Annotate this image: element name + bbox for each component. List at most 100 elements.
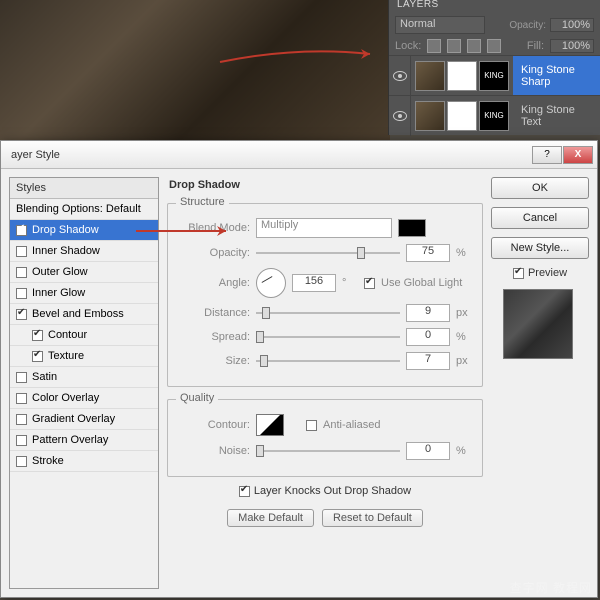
fill-value[interactable]: 100% xyxy=(550,39,594,53)
inner-glow-row[interactable]: Inner Glow xyxy=(10,283,158,304)
preview-swatch xyxy=(503,289,573,359)
new-style-button[interactable]: New Style... xyxy=(491,237,589,259)
opacity-label: Opacity: xyxy=(178,247,250,259)
blend-mode-select[interactable]: Multiply xyxy=(256,218,392,238)
dialog-title: ayer Style xyxy=(5,149,532,161)
angle-dial[interactable] xyxy=(256,268,286,298)
layer-mask-thumb[interactable] xyxy=(447,101,477,131)
distance-slider[interactable] xyxy=(256,306,400,320)
visibility-toggle[interactable] xyxy=(389,56,411,96)
dialog-titlebar[interactable]: ayer Style ? X xyxy=(1,141,597,169)
blend-mode-label: Blend Mode: xyxy=(178,222,250,234)
distance-label: Distance: xyxy=(178,307,250,319)
layer-row[interactable]: KING King Stone Sharp xyxy=(389,55,600,95)
section-title: Drop Shadow xyxy=(167,177,483,191)
layers-panel-title: LAYERS xyxy=(389,0,600,13)
checkbox-icon[interactable] xyxy=(16,288,27,299)
blending-options-row[interactable]: Blending Options: Default xyxy=(10,199,158,220)
contour-label: Contour: xyxy=(178,419,250,431)
spread-slider[interactable] xyxy=(256,330,400,344)
color-overlay-row[interactable]: Color Overlay xyxy=(10,388,158,409)
lock-paint-icon[interactable] xyxy=(447,39,461,53)
ok-button[interactable]: OK xyxy=(491,177,589,199)
checkbox-icon[interactable] xyxy=(16,393,27,404)
styles-list: Styles Blending Options: Default Drop Sh… xyxy=(9,177,159,589)
noise-slider[interactable] xyxy=(256,444,400,458)
antialiased-label: Anti-aliased xyxy=(323,419,380,431)
checkbox-icon[interactable] xyxy=(16,372,27,383)
gradient-overlay-row[interactable]: Gradient Overlay xyxy=(10,409,158,430)
layers-panel: LAYERS Normal Opacity: 100% Lock: Fill: … xyxy=(388,0,600,135)
layer-row[interactable]: KING King Stone Text xyxy=(389,95,600,135)
bevel-row[interactable]: Bevel and Emboss xyxy=(10,304,158,325)
stroke-row[interactable]: Stroke xyxy=(10,451,158,472)
blend-mode-select[interactable]: Normal xyxy=(395,16,485,34)
quality-group: Quality Contour: Anti-aliased Noise: 0 % xyxy=(167,399,483,477)
layer-name[interactable]: King Stone Text xyxy=(513,96,600,135)
close-button[interactable]: X xyxy=(563,146,593,164)
structure-group: Structure Blend Mode: Multiply Opacity: … xyxy=(167,203,483,387)
checkbox-icon[interactable] xyxy=(16,456,27,467)
spread-label: Spread: xyxy=(178,331,250,343)
layer-thumb[interactable] xyxy=(415,101,445,131)
eye-icon xyxy=(393,71,407,81)
angle-input[interactable]: 156 xyxy=(292,274,336,292)
make-default-button[interactable]: Make Default xyxy=(227,509,314,527)
satin-row[interactable]: Satin xyxy=(10,367,158,388)
lock-all-icon[interactable] xyxy=(487,39,501,53)
styles-header[interactable]: Styles xyxy=(10,178,158,199)
layer-thumb[interactable] xyxy=(415,61,445,91)
layer-fx-thumb[interactable]: KING xyxy=(479,101,509,131)
preview-label: Preview xyxy=(528,267,567,279)
reset-default-button[interactable]: Reset to Default xyxy=(322,509,423,527)
lock-transparent-icon[interactable] xyxy=(427,39,441,53)
angle-label: Angle: xyxy=(178,277,250,289)
checkbox-icon[interactable] xyxy=(16,246,27,257)
layer-fx-thumb[interactable]: KING xyxy=(479,61,509,91)
checkbox-icon[interactable] xyxy=(16,309,27,320)
inner-shadow-row[interactable]: Inner Shadow xyxy=(10,241,158,262)
fill-label: Fill: xyxy=(527,40,544,52)
checkbox-icon[interactable] xyxy=(16,435,27,446)
visibility-toggle[interactable] xyxy=(389,96,411,136)
rock-background xyxy=(0,0,390,140)
drop-shadow-row[interactable]: Drop Shadow xyxy=(10,220,158,241)
help-button[interactable]: ? xyxy=(532,146,562,164)
contour-picker[interactable] xyxy=(256,414,284,436)
pattern-overlay-row[interactable]: Pattern Overlay xyxy=(10,430,158,451)
shadow-color-swatch[interactable] xyxy=(398,219,426,237)
lock-label: Lock: xyxy=(395,40,421,52)
opacity-input[interactable]: 75 xyxy=(406,244,450,262)
opacity-value[interactable]: 100% xyxy=(550,18,594,32)
outer-glow-row[interactable]: Outer Glow xyxy=(10,262,158,283)
checkbox-icon[interactable] xyxy=(16,414,27,425)
checkbox-icon[interactable] xyxy=(16,267,27,278)
layer-style-dialog: ayer Style ? X Styles Blending Options: … xyxy=(0,140,598,598)
preview-checkbox[interactable] xyxy=(513,268,524,279)
checkbox-icon[interactable] xyxy=(32,330,43,341)
antialiased-checkbox[interactable] xyxy=(306,420,317,431)
checkbox-icon[interactable] xyxy=(16,225,27,236)
quality-label: Quality xyxy=(176,392,218,404)
cancel-button[interactable]: Cancel xyxy=(491,207,589,229)
checkbox-icon[interactable] xyxy=(32,351,43,362)
eye-icon xyxy=(393,111,407,121)
size-slider[interactable] xyxy=(256,354,400,368)
watermark: 查字网 教程网 xyxy=(510,579,592,596)
noise-input[interactable]: 0 xyxy=(406,442,450,460)
layer-name[interactable]: King Stone Sharp xyxy=(513,56,600,95)
lock-position-icon[interactable] xyxy=(467,39,481,53)
spread-input[interactable]: 0 xyxy=(406,328,450,346)
global-light-checkbox[interactable] xyxy=(364,278,375,289)
distance-input[interactable]: 9 xyxy=(406,304,450,322)
knockout-checkbox[interactable] xyxy=(239,486,250,497)
dialog-actions: OK Cancel New Style... Preview xyxy=(491,177,589,589)
layer-mask-thumb[interactable] xyxy=(447,61,477,91)
opacity-slider[interactable] xyxy=(256,246,400,260)
noise-label: Noise: xyxy=(178,445,250,457)
size-input[interactable]: 7 xyxy=(406,352,450,370)
texture-row[interactable]: Texture xyxy=(10,346,158,367)
contour-row[interactable]: Contour xyxy=(10,325,158,346)
structure-label: Structure xyxy=(176,196,229,208)
size-label: Size: xyxy=(178,355,250,367)
